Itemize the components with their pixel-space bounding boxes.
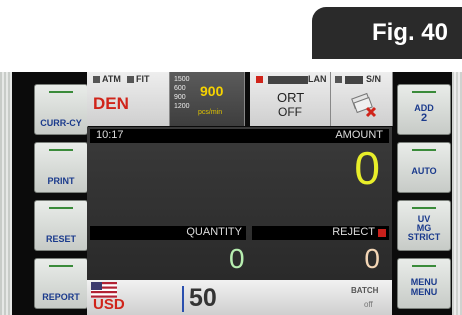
auto-key[interactable]: AUTO bbox=[397, 142, 451, 193]
reset-key-label: RESET bbox=[45, 234, 76, 244]
right-bezel bbox=[452, 72, 462, 315]
figure-label: Fig. 40 bbox=[312, 7, 462, 59]
print-key-label: PRINT bbox=[47, 176, 75, 186]
menu-key-sublabel: MENU bbox=[410, 286, 438, 297]
reject-value: 0 bbox=[364, 243, 380, 274]
print-key[interactable]: PRINT bbox=[34, 142, 88, 193]
detection-key[interactable]: UV MG STRICT bbox=[397, 200, 451, 251]
quantity-value: 0 bbox=[229, 243, 245, 274]
quantity-header: QUANTITY bbox=[90, 226, 246, 240]
key-indicator bbox=[49, 207, 73, 209]
lan-bar bbox=[268, 76, 308, 84]
sn-indicator bbox=[335, 76, 342, 83]
key-indicator bbox=[49, 265, 73, 267]
mode-value: DEN bbox=[93, 94, 129, 113]
ort-cell[interactable]: LAN ORT OFF bbox=[250, 72, 331, 126]
amount-header: 10:17 AMOUNT bbox=[90, 129, 389, 143]
add-key-value: 2 bbox=[420, 111, 428, 124]
ort-label: ORT bbox=[277, 90, 305, 105]
mode-cell[interactable]: ATM FIT DEN bbox=[87, 72, 170, 126]
report-key-label: REPORT bbox=[42, 292, 80, 302]
reject-indicator bbox=[378, 229, 386, 237]
lan-label: LAN bbox=[308, 74, 327, 84]
atm-indicator bbox=[93, 76, 100, 83]
speed-options: 1500 600 900 1200 bbox=[174, 76, 190, 110]
left-bezel bbox=[0, 72, 12, 315]
amount-label: AMOUNT bbox=[335, 129, 383, 141]
currency-code: USD bbox=[93, 296, 125, 313]
auto-key-label: AUTO bbox=[411, 165, 437, 176]
reject-header: REJECT bbox=[252, 226, 389, 240]
counter-display-screen: CURR-CY PRINT RESET REPORT ATM FIT DEN 1… bbox=[12, 72, 452, 315]
clock: 10:17 bbox=[96, 129, 124, 141]
key-indicator bbox=[412, 91, 436, 93]
atm-label: ATM bbox=[102, 74, 121, 84]
menu-key-label: MENU bbox=[410, 276, 438, 287]
sn-bar bbox=[345, 76, 363, 84]
key-indicator bbox=[412, 265, 436, 267]
amount-value: 0 bbox=[354, 142, 380, 194]
currency-key-label: CURR-CY bbox=[40, 118, 82, 128]
key-indicator bbox=[49, 91, 73, 93]
speed-value: 900 bbox=[200, 83, 224, 99]
key-indicator bbox=[412, 207, 436, 209]
batch-cursor bbox=[182, 286, 184, 312]
lan-indicator bbox=[256, 76, 263, 83]
batch-value[interactable]: 50 bbox=[189, 284, 217, 313]
reset-key[interactable]: RESET bbox=[34, 200, 88, 251]
batch-label: BATCH bbox=[351, 286, 379, 295]
report-key[interactable]: REPORT bbox=[34, 258, 88, 309]
speed-cell[interactable]: 1500 600 900 1200 900 pcs/min bbox=[170, 72, 245, 126]
notes-disabled-icon bbox=[351, 92, 377, 118]
speed-unit: pcs/min bbox=[198, 109, 223, 116]
key-indicator bbox=[49, 149, 73, 151]
count-panel: 10:17 AMOUNT 0 QUANTITY REJECT 0 0 bbox=[87, 127, 392, 280]
fit-indicator bbox=[127, 76, 134, 83]
add-key-label: ADD bbox=[414, 102, 434, 113]
ort-value: OFF bbox=[278, 105, 302, 119]
serial-number-cell[interactable]: S/N bbox=[331, 72, 393, 126]
key-indicator bbox=[412, 149, 436, 151]
sn-label: S/N bbox=[366, 74, 382, 84]
fit-label: FIT bbox=[136, 74, 150, 84]
strict-label: STRICT bbox=[407, 232, 441, 242]
batch-state: off bbox=[364, 300, 373, 309]
quantity-label: QUANTITY bbox=[186, 226, 242, 238]
menu-key[interactable]: MENU MENU bbox=[397, 258, 451, 309]
reject-label: REJECT bbox=[332, 226, 375, 238]
status-bar: USD 50 BATCH off bbox=[87, 280, 392, 315]
add-key[interactable]: ADD 2 bbox=[397, 84, 451, 135]
currency-key[interactable]: CURR-CY bbox=[34, 84, 88, 135]
